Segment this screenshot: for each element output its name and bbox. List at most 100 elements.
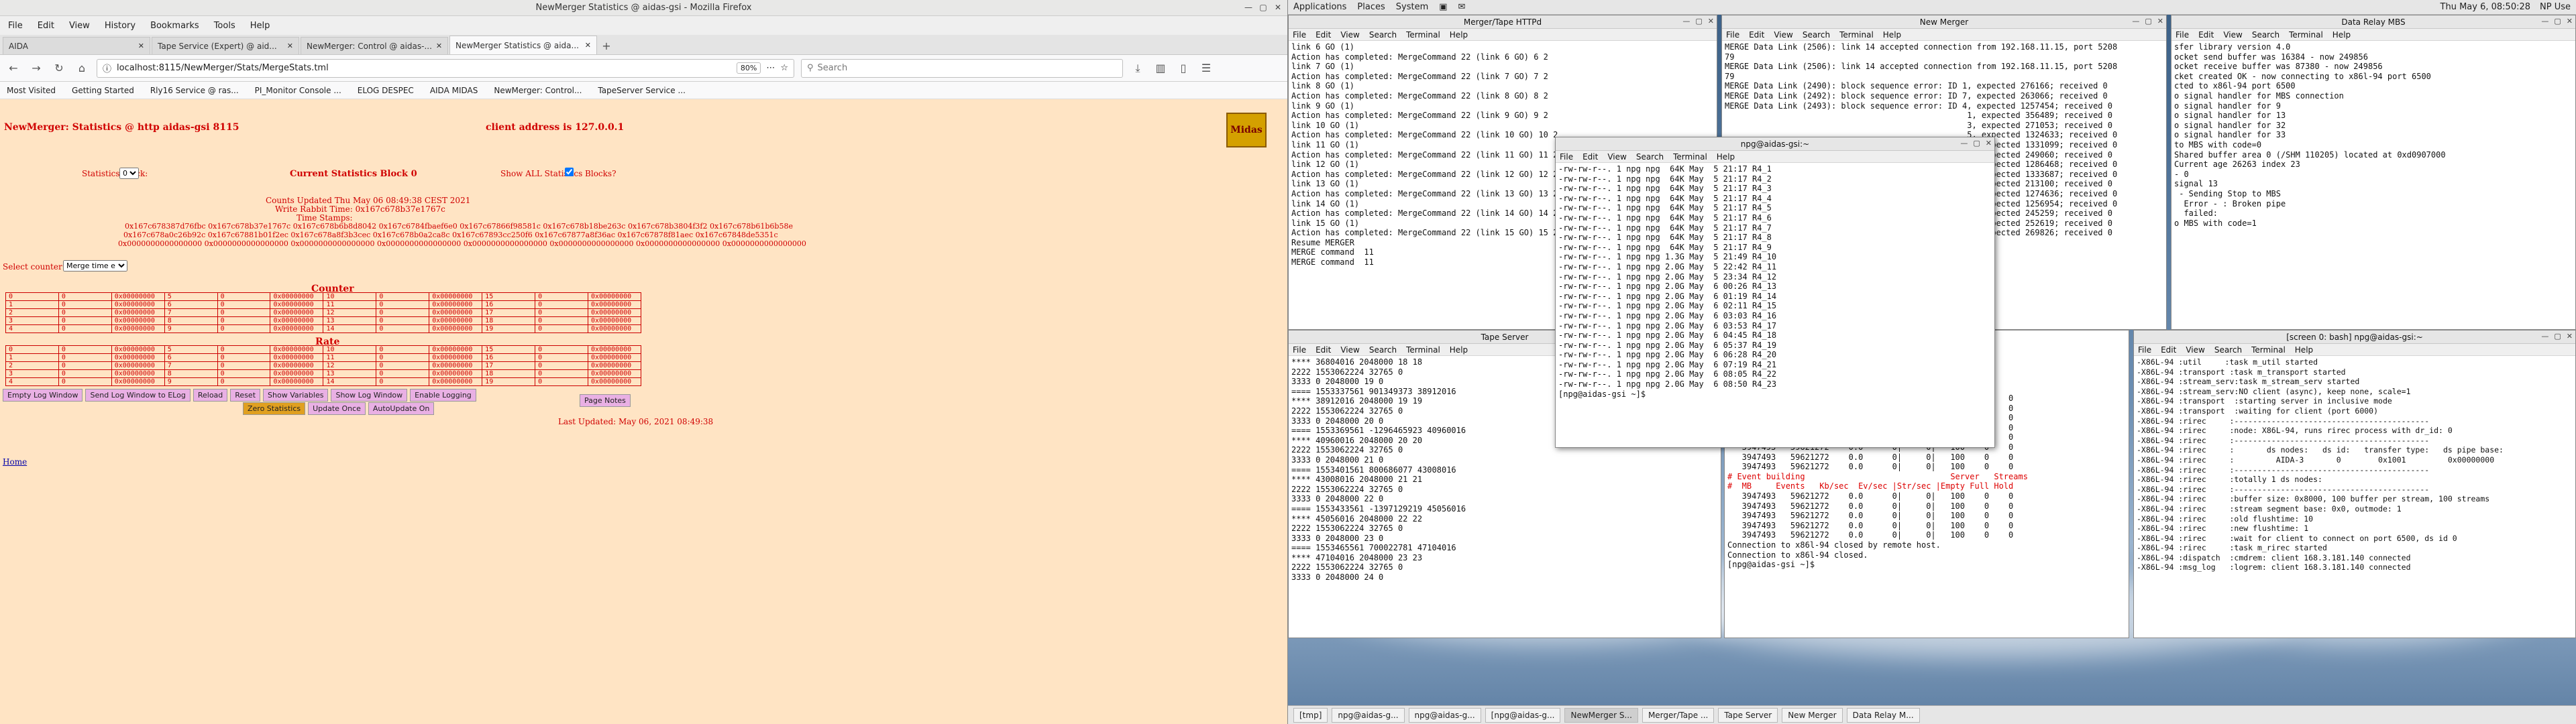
sidebar-icon[interactable]: ▯ <box>1175 60 1191 76</box>
monitor-counter-select[interactable]: Merge time errors <box>63 260 127 272</box>
taskbar-item[interactable]: Data Relay M... <box>1846 707 1920 723</box>
menu-help[interactable]: Help <box>1883 30 1901 40</box>
maximize-icon[interactable]: ▢ <box>2145 17 2151 25</box>
send-log-elog-button[interactable]: Send Log Window to ELog <box>85 389 191 402</box>
show-variables-button[interactable]: Show Variables <box>263 389 329 402</box>
menu-view[interactable]: View <box>1774 30 1792 40</box>
back-icon[interactable]: ← <box>5 60 21 76</box>
terminal-data-relay[interactable]: Data Relay MBS — ▢ ✕ File Edit View Search Term… <box>2171 15 2576 330</box>
page-notes-button[interactable]: Page Notes <box>580 394 631 407</box>
zoom-level[interactable]: 80% <box>736 62 761 74</box>
empty-log-window-button[interactable]: Empty Log Window <box>3 389 83 402</box>
menu-file[interactable]: File <box>1726 30 1739 40</box>
menu-search[interactable]: Search <box>1803 30 1830 40</box>
close-icon[interactable]: ✕ <box>1986 139 1992 147</box>
clock[interactable]: Thu May 6, 08:50:28 <box>2440 2 2530 12</box>
close-icon[interactable]: ✕ <box>585 41 591 50</box>
bookmark-rly16[interactable]: Rly16 Service @ ras... <box>150 86 239 95</box>
minimize-icon[interactable]: — <box>2132 17 2139 25</box>
new-tab-icon[interactable]: + <box>598 38 614 54</box>
menu-terminal[interactable]: Terminal <box>2289 30 2323 40</box>
maximize-icon[interactable]: ▢ <box>1258 2 1269 13</box>
menu-help[interactable]: Help <box>1717 152 1735 162</box>
bookmark-aida-midas[interactable]: AIDA MIDAS <box>430 86 478 95</box>
maximize-icon[interactable]: ▢ <box>2554 332 2561 341</box>
menu-terminal[interactable]: Terminal <box>2251 345 2286 355</box>
taskbar-item[interactable]: npg@aidas-g... <box>1332 707 1405 723</box>
menu-help[interactable]: Help <box>2332 30 2351 40</box>
menu-help[interactable]: Help <box>1450 345 1468 355</box>
terminal-output[interactable]: -rw-rw-r--. 1 npg npg 64K May 5 21:17 R4… <box>1556 163 1994 400</box>
menu-view[interactable]: View <box>1340 30 1359 40</box>
close-icon[interactable]: ✕ <box>2157 17 2163 25</box>
taskbar-item[interactable]: New Merger <box>1782 707 1843 723</box>
menu-file[interactable]: File <box>8 21 23 31</box>
menu-terminal[interactable]: Terminal <box>1839 30 1874 40</box>
tab-aida[interactable]: AIDA ✕ <box>3 37 150 54</box>
minimize-icon[interactable]: — <box>1960 139 1968 147</box>
taskbar-item[interactable]: Tape Server <box>1718 707 1778 723</box>
minimize-icon[interactable]: — <box>2541 17 2548 25</box>
terminal-screen-bash[interactable]: [screen 0: bash] npg@aidas-gsi:~ — ▢ ✕ File… <box>2133 330 2576 638</box>
minimize-icon[interactable]: — <box>1682 17 1690 25</box>
menu-file[interactable]: File <box>1560 152 1573 162</box>
menu-view[interactable]: View <box>2223 30 2242 40</box>
taskbar-item[interactable]: npg@aidas-g... <box>1408 707 1481 723</box>
menu-file[interactable]: File <box>1293 30 1306 40</box>
menu-history[interactable]: History <box>105 21 136 31</box>
menu-edit[interactable]: Edit <box>2198 30 2214 40</box>
maximize-icon[interactable]: ▢ <box>1973 139 1980 147</box>
library-icon[interactable]: ▥ <box>1152 60 1169 76</box>
panel-applications[interactable]: Applications <box>1293 2 1346 12</box>
menu-search[interactable]: Search <box>2252 30 2279 40</box>
menu-edit[interactable]: Edit <box>38 21 54 31</box>
bookmark-pi-monitor[interactable]: PI_Monitor Console ... <box>255 86 341 95</box>
minimize-icon[interactable]: — <box>1243 2 1254 13</box>
panel-places[interactable]: Places <box>1357 2 1385 12</box>
menu-tools[interactable]: Tools <box>214 21 235 31</box>
terminal-output[interactable]: -X86L-94 :util :task m_util started -X86L… <box>2134 356 2575 574</box>
user-menu[interactable]: NP Use <box>2540 2 2571 12</box>
reload-icon[interactable]: ↻ <box>51 60 67 76</box>
close-icon[interactable]: ✕ <box>2567 17 2573 25</box>
menu-file[interactable]: File <box>2176 30 2189 40</box>
home-icon[interactable]: ⌂ <box>74 60 90 76</box>
home-link[interactable]: Home <box>3 457 27 467</box>
taskbar-item[interactable]: NewMerger S... <box>1564 707 1638 723</box>
show-log-window-button[interactable]: Show Log Window <box>331 389 408 402</box>
menu-search[interactable]: Search <box>1369 345 1397 355</box>
info-icon[interactable]: ⓘ <box>103 62 111 74</box>
menu-view[interactable]: View <box>1607 152 1626 162</box>
close-icon[interactable]: ✕ <box>138 42 144 50</box>
reset-button[interactable]: Reset <box>230 389 261 402</box>
menu-search[interactable]: Search <box>1636 152 1664 162</box>
launcher-icon[interactable]: ✉ <box>1458 2 1466 12</box>
taskbar-item[interactable]: [npg@aidas-g... <box>1485 707 1561 723</box>
menu-view[interactable]: View <box>69 21 90 31</box>
menu-search[interactable]: Search <box>2214 345 2242 355</box>
menu-terminal[interactable]: Terminal <box>1406 30 1440 40</box>
menu-edit[interactable]: Edit <box>1582 152 1598 162</box>
forward-icon[interactable]: → <box>28 60 44 76</box>
bookmark-most-visited[interactable]: Most Visited <box>7 86 56 95</box>
enable-logging-button[interactable]: Enable Logging <box>410 389 476 402</box>
terminal-output[interactable]: sfer library version 4.0 ocket send buffe… <box>2171 41 2575 229</box>
menu-file[interactable]: File <box>2138 345 2151 355</box>
menu-edit[interactable]: Edit <box>1749 30 1764 40</box>
close-icon[interactable]: ✕ <box>436 42 442 50</box>
menu-help[interactable]: Help <box>1450 30 1468 40</box>
menu-edit[interactable]: Edit <box>1316 345 1331 355</box>
menu-file[interactable]: File <box>1293 345 1306 355</box>
page-actions-icon[interactable]: ⋯ <box>766 63 775 73</box>
bookmark-tapeserver[interactable]: TapeServer Service ... <box>598 86 685 95</box>
terminal-npg-home[interactable]: npg@aidas-gsi:~ — ▢ ✕ File Edit View Search Ter… <box>1555 137 1995 448</box>
panel-system[interactable]: System <box>1396 2 1428 12</box>
hamburger-menu-icon[interactable]: ☰ <box>1198 60 1214 76</box>
bookmark-elog-despec[interactable]: ELOG DESPEC <box>358 86 414 95</box>
bookmark-star-icon[interactable]: ☆ <box>780 63 788 73</box>
menu-search[interactable]: Search <box>1369 30 1397 40</box>
maximize-icon[interactable]: ▢ <box>2554 17 2561 25</box>
menu-view[interactable]: View <box>1340 345 1359 355</box>
bookmark-newmerger-control[interactable]: NewMerger: Control... <box>494 86 582 95</box>
tab-newmerger-statistics[interactable]: NewMerger Statistics @ aida... ✕ <box>449 36 597 54</box>
